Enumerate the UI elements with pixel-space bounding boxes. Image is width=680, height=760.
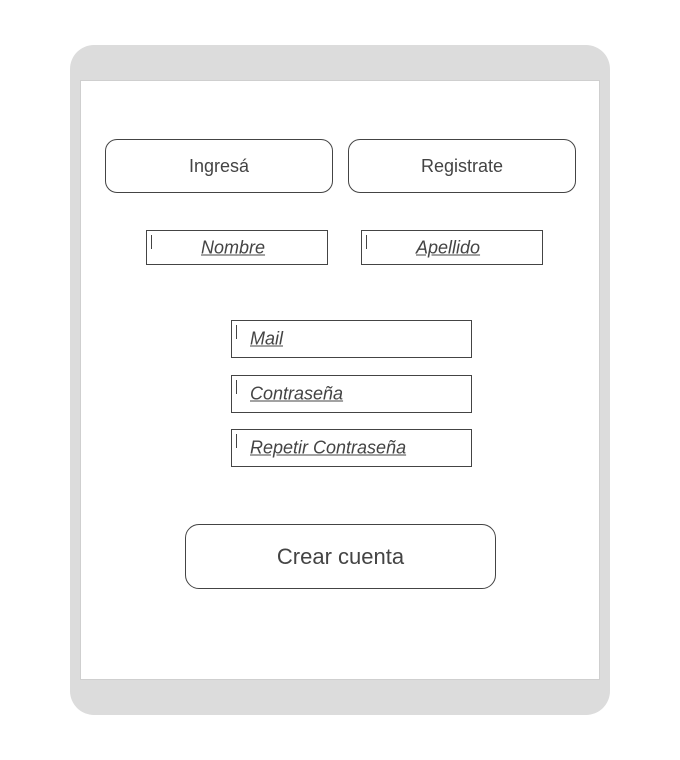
create-account-label: Crear cuenta [276, 543, 405, 569]
password-field[interactable]: Contraseña [231, 375, 472, 413]
tab-register-label: Registrate [420, 155, 504, 176]
apellido-placeholder: Apellido [416, 237, 481, 257]
repeat-password-placeholder: Repetir Contraseña [250, 437, 407, 458]
nombre-placeholder: Nombre [201, 237, 266, 257]
tab-login-label: Ingresá [188, 155, 250, 176]
apellido-field[interactable]: Apellido [361, 230, 543, 265]
repeat-password-field[interactable]: Repetir Contraseña [231, 429, 472, 467]
mail-placeholder: Mail [250, 328, 284, 349]
text-caret [236, 434, 237, 448]
nombre-field[interactable]: Nombre [146, 230, 328, 265]
password-placeholder: Contraseña [250, 383, 344, 404]
text-caret [366, 235, 367, 249]
mail-field[interactable]: Mail [231, 320, 472, 358]
text-caret [236, 325, 237, 339]
device-frame: Ingresá Registrate Nombre Apellido Mail … [70, 45, 610, 715]
screen: Ingresá Registrate Nombre Apellido Mail … [80, 80, 600, 680]
tab-login[interactable]: Ingresá [105, 139, 333, 193]
tab-register[interactable]: Registrate [348, 139, 576, 193]
text-caret [236, 380, 237, 394]
create-account-button[interactable]: Crear cuenta [185, 524, 496, 589]
text-caret [151, 235, 152, 249]
